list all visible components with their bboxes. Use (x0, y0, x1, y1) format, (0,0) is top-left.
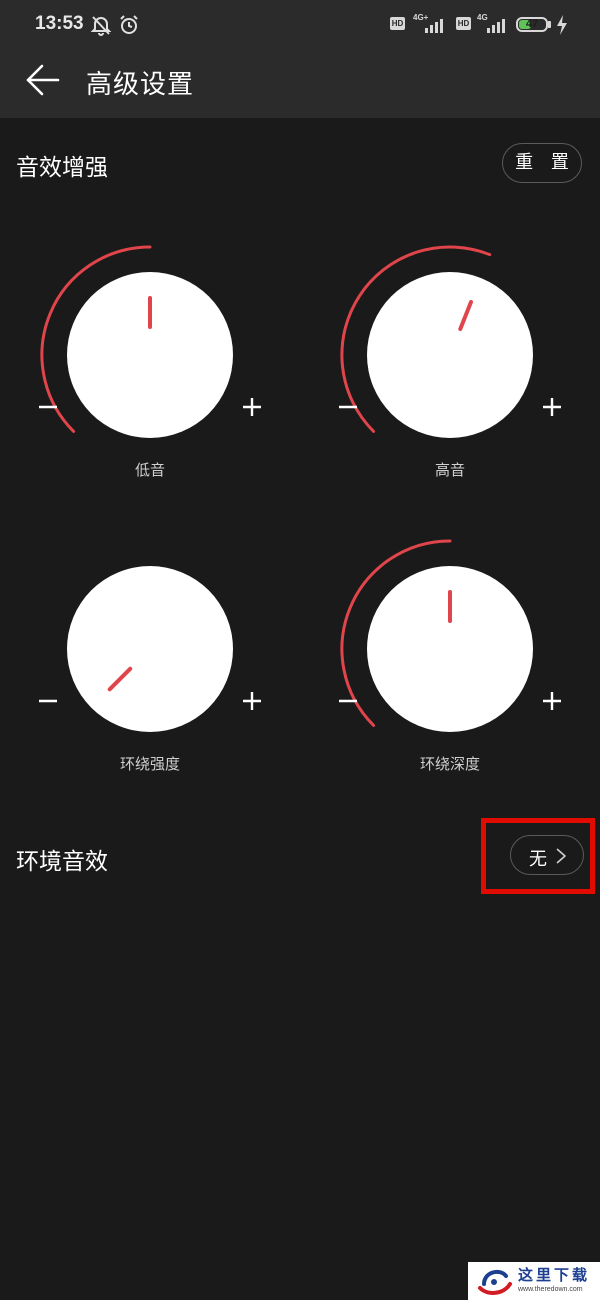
knob-label: 环绕强度 (119, 755, 180, 773)
increase-button[interactable] (540, 688, 566, 714)
alarm-icon (118, 14, 140, 36)
reset-button[interactable]: 重 置 (502, 143, 582, 183)
increase-button[interactable] (240, 394, 266, 420)
knob-dial[interactable] (67, 566, 233, 732)
increase-button[interactable] (240, 688, 266, 714)
increase-button[interactable] (540, 394, 566, 420)
battery-level: 47 (525, 18, 539, 30)
plus-icon (243, 692, 261, 710)
decrease-button[interactable] (36, 394, 62, 420)
knob-graphic (67, 566, 233, 732)
plus-icon (543, 398, 561, 416)
signal-icon (425, 17, 447, 33)
decrease-button[interactable] (336, 394, 362, 420)
hd-badge: HD (390, 17, 405, 30)
minus-icon (339, 699, 357, 703)
knob-surround-depth: 环绕深度 (300, 524, 600, 814)
minus-icon (339, 405, 357, 409)
section-title-enhancement: 音效增强 (16, 155, 108, 181)
knob-treble: 高音 (300, 230, 600, 520)
watermark: 这里下载 www.theredown.com (468, 1262, 600, 1300)
section-title-ambient: 环境音效 (16, 849, 108, 875)
battery-icon: 47 (516, 17, 548, 32)
hd-badge-2: HD (456, 17, 471, 30)
battery-tip (548, 21, 551, 28)
knob-label: 高音 (434, 461, 465, 479)
knob-label: 低音 (134, 461, 165, 479)
back-button[interactable] (18, 60, 66, 108)
decrease-button[interactable] (36, 688, 62, 714)
knob-graphic (340, 245, 533, 438)
minus-icon (39, 405, 57, 409)
minus-icon (39, 699, 57, 703)
knob-graphic (340, 539, 533, 732)
watermark-logo (478, 1269, 512, 1295)
decrease-button[interactable] (336, 688, 362, 714)
knob-dial[interactable] (367, 272, 533, 438)
knob-graphic (40, 245, 233, 438)
mute-bell-icon (90, 14, 112, 36)
header: 高级设置 (0, 50, 600, 118)
watermark-text: 这里下载 (518, 1266, 591, 1284)
knob-bass: 低音 (0, 230, 300, 520)
highlight-annotation-box (481, 818, 595, 894)
knob-label: 环绕深度 (419, 755, 480, 773)
arrow-left-icon (26, 64, 60, 96)
plus-icon (243, 398, 261, 416)
plus-icon (543, 692, 561, 710)
charging-icon (556, 15, 568, 35)
watermark-url: www.theredown.com (518, 1286, 583, 1293)
signal-icon-2 (487, 17, 509, 33)
page-title: 高级设置 (86, 70, 195, 100)
status-time: 13:53 (35, 13, 84, 34)
knob-surround-strength: 环绕强度 (0, 524, 300, 814)
status-bar: 13:53 HD 4G+ HD 4G 47 (0, 0, 600, 50)
